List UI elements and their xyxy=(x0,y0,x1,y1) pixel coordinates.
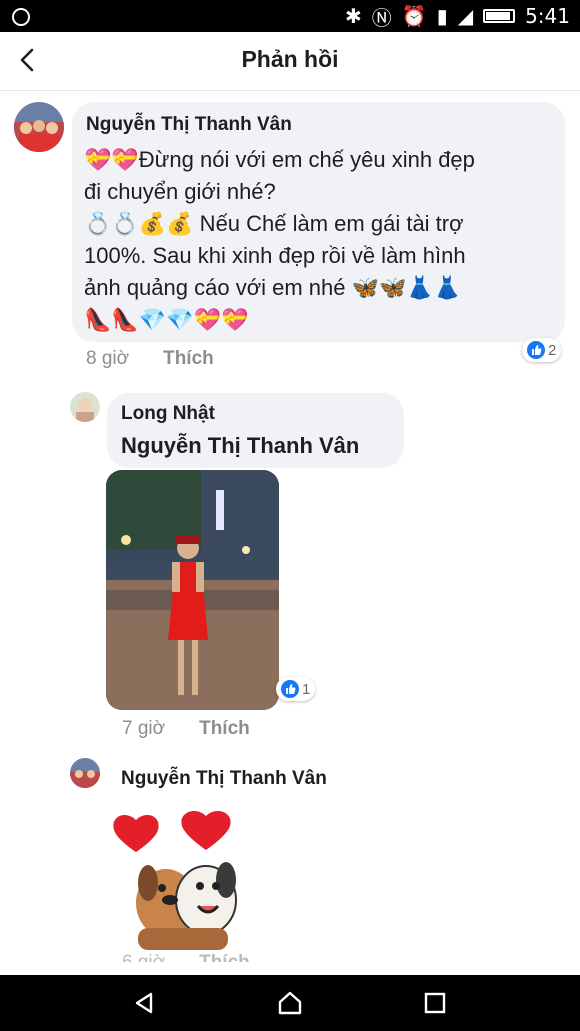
comment-text: 💝💝Đừng nói với em chế yêu xinh đẹp đi ch… xyxy=(84,144,475,336)
comment-line: ảnh quảng cáo với em nhé 🦋🦋👗👗 xyxy=(84,275,462,300)
header: Phản hồi xyxy=(0,32,580,91)
comment-photo[interactable] xyxy=(106,470,279,710)
comment-line: 👠👠💎💎💝💝 xyxy=(84,307,249,332)
notification-icon xyxy=(12,8,30,26)
status-bar: ✱ Ⓝ ⏰ ▮ ◢ 5:41 xyxy=(0,0,580,32)
comment-line: 💍💍💰💰 Nếu Chế làm em gái tài trợ xyxy=(84,211,464,236)
comment-meta: 7 giờ Thích xyxy=(122,718,250,740)
reaction-number: 2 xyxy=(548,341,557,359)
thumbs-up-icon xyxy=(281,680,299,698)
comment-author[interactable]: Long Nhật xyxy=(121,403,215,425)
reaction-count[interactable]: 1 xyxy=(276,677,316,701)
avatar[interactable] xyxy=(14,102,64,152)
comment-bubble[interactable]: Nguyễn Thị Thanh Vân 💝💝Đừng nói với em c… xyxy=(72,102,565,342)
reaction-count[interactable]: 2 xyxy=(522,338,562,362)
square-recents-icon xyxy=(424,992,446,1014)
comment-author[interactable]: Nguyễn Thị Thanh Vân xyxy=(121,768,327,790)
status-time: 5:41 xyxy=(525,4,570,28)
comment-line: 💝💝Đừng nói với em chế yêu xinh đẹp xyxy=(84,147,475,172)
reaction-number: 1 xyxy=(302,680,311,698)
comment-time: 7 giờ xyxy=(122,718,166,739)
home-nav-button[interactable] xyxy=(276,989,304,1017)
signal-icon: ◢ xyxy=(457,4,474,28)
like-button[interactable]: Thích xyxy=(199,718,250,740)
alarm-icon: ⏰ xyxy=(401,4,427,28)
recents-nav-button[interactable] xyxy=(421,989,449,1017)
avatar[interactable] xyxy=(70,392,100,422)
bluetooth-icon: ✱ xyxy=(345,4,362,28)
comment-meta: 8 giờ Thích xyxy=(86,348,214,370)
comment-author[interactable]: Nguyễn Thị Thanh Vân xyxy=(86,114,292,136)
content-edge xyxy=(0,962,580,975)
comment-bubble[interactable]: Long Nhật Nguyễn Thị Thanh Vân xyxy=(107,393,404,468)
back-nav-button[interactable] xyxy=(131,989,159,1017)
home-icon xyxy=(278,991,302,1015)
thumbs-up-icon xyxy=(527,341,545,359)
like-button[interactable]: Thích xyxy=(163,348,214,370)
avatar[interactable] xyxy=(70,758,100,788)
comment-line: đi chuyển giới nhé? xyxy=(84,179,276,204)
triangle-back-icon xyxy=(135,992,153,1014)
navigation-bar xyxy=(0,975,580,1031)
comment-time: 8 giờ xyxy=(86,348,130,369)
nfc-icon: Ⓝ xyxy=(371,5,392,30)
comment-line: 100%. Sau khi xinh đẹp rồi về làm hình xyxy=(84,243,466,268)
page-title: Phản hồi xyxy=(241,46,339,72)
dog-love-sticker[interactable] xyxy=(108,808,258,958)
sim-icon: ▮ xyxy=(436,4,448,28)
battery-icon xyxy=(483,9,516,23)
mention-link[interactable]: Nguyễn Thị Thanh Vân xyxy=(121,433,359,459)
